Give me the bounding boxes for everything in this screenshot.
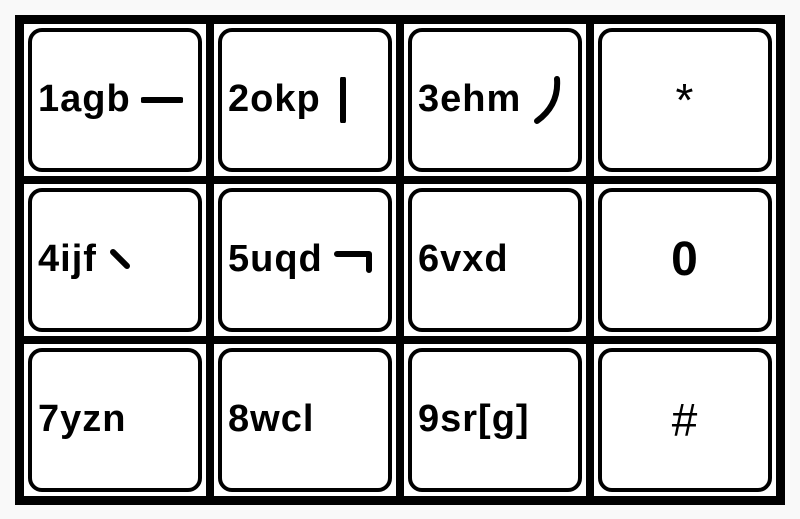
pie-stroke-icon [531,75,567,125]
zhe-stroke-icon [333,244,377,276]
key-1-label: 1agb [38,78,131,121]
key-9-label: 9sr[g] [418,398,530,441]
dian-stroke-icon [107,246,135,274]
key-2-label: 2okp [228,78,321,121]
key-8[interactable]: 8wcl [210,340,400,500]
key-5-label: 5uqd [228,238,323,281]
key-hash-label: # [672,393,699,447]
keypad: 1agb 2okp 3ehm * 4ijf 5uqd [15,15,785,505]
heng-stroke-icon [141,80,183,120]
key-7-label: 7yzn [38,398,126,441]
key-hash[interactable]: # [590,340,780,500]
key-6-label: 6vxd [418,238,509,281]
key-3-label: 3ehm [418,78,521,121]
key-2[interactable]: 2okp [210,20,400,180]
key-8-label: 8wcl [228,398,314,441]
key-star[interactable]: * [590,20,780,180]
key-6[interactable]: 6vxd [400,180,590,340]
key-0[interactable]: 0 [590,180,780,340]
key-7[interactable]: 7yzn [20,340,210,500]
shu-stroke-icon [331,77,355,123]
key-4-label: 4ijf [38,238,97,281]
key-star-label: * [676,73,695,127]
key-0-label: 0 [671,232,699,287]
key-5[interactable]: 5uqd [210,180,400,340]
key-1[interactable]: 1agb [20,20,210,180]
key-3[interactable]: 3ehm [400,20,590,180]
key-4[interactable]: 4ijf [20,180,210,340]
key-9[interactable]: 9sr[g] [400,340,590,500]
